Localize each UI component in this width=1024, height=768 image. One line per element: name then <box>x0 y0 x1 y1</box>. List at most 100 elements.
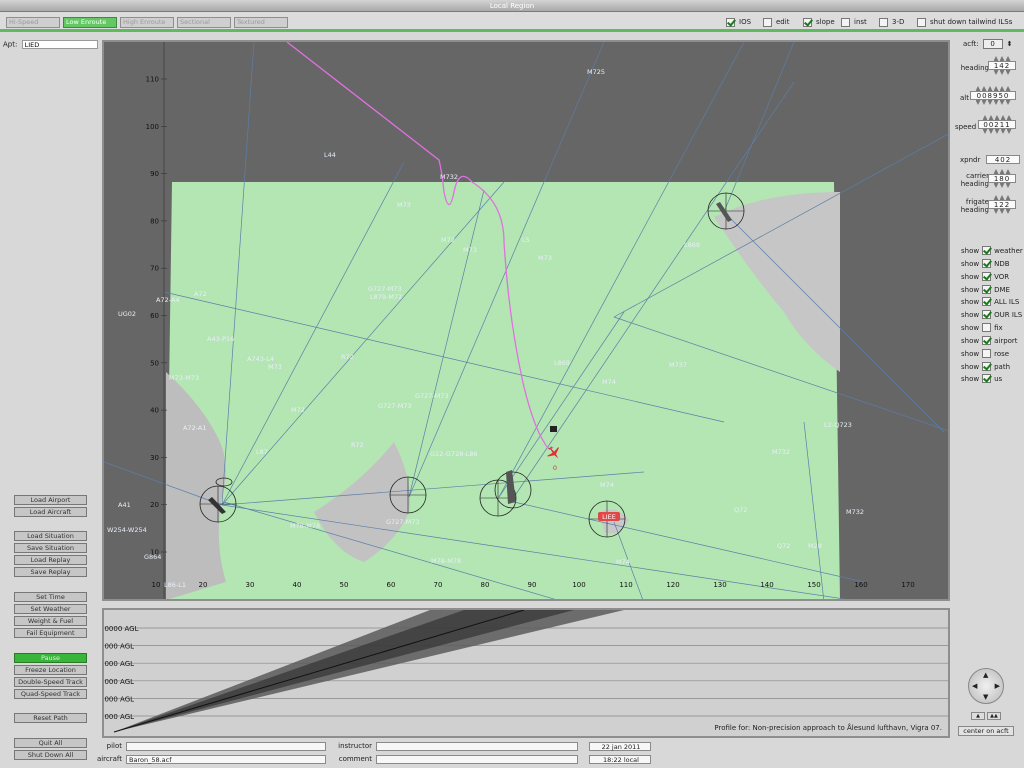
show-all-ils-check[interactable] <box>982 297 992 306</box>
pan-up-icon[interactable]: ▲ <box>983 671 988 679</box>
show-path-check[interactable] <box>982 362 992 371</box>
speed-stepper[interactable]: 00211 <box>978 115 1016 134</box>
heading-down-arrows[interactable] <box>993 70 1011 75</box>
show-rose-check[interactable] <box>982 349 992 358</box>
tab-low-enroute[interactable]: Low Enroute <box>63 17 117 28</box>
speed-value[interactable]: 00211 <box>978 120 1016 129</box>
show-us-check[interactable] <box>982 374 992 383</box>
zoom-out-button[interactable]: ▲▲ <box>987 712 1001 720</box>
slope-check[interactable] <box>803 17 812 27</box>
airway-label: R72 <box>341 353 354 361</box>
show-dme-check[interactable] <box>982 285 992 294</box>
center-on-acft-button[interactable]: center on acft <box>958 726 1014 736</box>
show-our-ils-row[interactable]: show OUR ILS <box>961 310 1022 319</box>
frigate-down-arrows[interactable] <box>993 209 1011 214</box>
slope-checkbox[interactable]: slope <box>803 16 835 28</box>
weight-fuel-button[interactable]: Weight & Fuel <box>14 616 87 626</box>
heading-up-arrows[interactable] <box>993 56 1011 61</box>
shutdown-tailwind-checkbox[interactable]: shut down tailwind ILSs <box>917 16 1012 28</box>
show-ndb-check[interactable] <box>982 259 992 268</box>
3d-checkbox[interactable]: 3-D <box>879 16 904 28</box>
show-weather-check[interactable] <box>982 246 992 255</box>
set-time-button[interactable]: Set Time <box>14 592 87 602</box>
show-us-row[interactable]: show us <box>961 374 1002 383</box>
acft-label: acft: <box>963 40 979 48</box>
instructor-field[interactable] <box>376 742 578 751</box>
pan-control[interactable]: ▲ ▼ ◀ ▶ <box>968 668 1004 704</box>
enroute-map[interactable]: 110 100 90 80 70 60 50 40 30 20 10 10 20 30 40 50 60 70 8… <box>102 40 950 601</box>
show-all-ils-row[interactable]: show ALL ILS <box>961 297 1019 306</box>
edit-check[interactable] <box>763 17 772 27</box>
speed-up-arrows[interactable] <box>982 115 1012 120</box>
carrier-down-arrows[interactable] <box>993 183 1011 188</box>
tab-textured[interactable]: Textured <box>234 17 288 28</box>
set-weather-button[interactable]: Set Weather <box>14 604 87 614</box>
show-vor-check[interactable] <box>982 272 992 281</box>
alt-down-arrows[interactable] <box>975 100 1011 105</box>
ios-checkbox[interactable]: IOS <box>726 16 751 28</box>
show-vor-row[interactable]: show VOR <box>961 272 1009 281</box>
show-dme-row[interactable]: show DME <box>961 285 1010 294</box>
show-airport-row[interactable]: show airport <box>961 336 1018 345</box>
shutdown-tailwind-check[interactable] <box>917 17 926 27</box>
inst-checkbox[interactable]: inst <box>841 16 867 28</box>
3d-check[interactable] <box>879 17 888 27</box>
freeze-location-button[interactable]: Freeze Location <box>14 665 87 675</box>
frigate-heading-stepper[interactable]: 122 <box>988 195 1016 214</box>
heading-stepper[interactable]: 142 <box>988 56 1016 75</box>
comment-field[interactable] <box>376 755 578 764</box>
show-path-row[interactable]: show path <box>961 362 1010 371</box>
pan-right-icon[interactable]: ▶ <box>995 682 1000 690</box>
load-replay-button[interactable]: Load Replay <box>14 555 87 565</box>
fail-equipment-button[interactable]: Fail Equipment <box>14 628 87 638</box>
date-field[interactable]: 22 jan 2011 <box>589 742 651 751</box>
pan-down-icon[interactable]: ▼ <box>983 693 988 701</box>
pause-button[interactable]: Pause <box>14 653 87 663</box>
load-situation-button[interactable]: Load Situation <box>14 531 87 541</box>
aircraft-field[interactable]: Baron_58.acf <box>126 755 326 764</box>
tab-hi-speed[interactable]: Hi-Speed <box>6 17 60 28</box>
y-tick-label: 20 <box>150 501 159 509</box>
load-aircraft-button[interactable]: Load Aircraft <box>14 507 87 517</box>
save-replay-button[interactable]: Save Replay <box>14 567 87 577</box>
save-situation-button[interactable]: Save Situation <box>14 543 87 553</box>
show-rose-row[interactable]: show rose <box>961 349 1009 358</box>
alt-value[interactable]: 008950 <box>970 91 1016 100</box>
quit-all-button[interactable]: Quit All <box>14 738 87 748</box>
show-fix-row[interactable]: show fix <box>961 323 1003 332</box>
xpndr-value[interactable]: 402 <box>986 155 1020 164</box>
show-our-ils-check[interactable] <box>982 310 992 319</box>
pilot-field[interactable] <box>126 742 326 751</box>
show-fix-check[interactable] <box>982 323 992 332</box>
inst-check[interactable] <box>841 17 850 27</box>
edit-checkbox[interactable]: edit <box>763 16 789 28</box>
zoom-in-button[interactable]: ▲ <box>971 712 985 720</box>
acft-dropdown[interactable]: 0 <box>982 39 1003 49</box>
airport-input[interactable] <box>21 40 98 49</box>
double-speed-track-button[interactable]: Double-Speed Track <box>14 677 87 687</box>
heading-value[interactable]: 142 <box>988 61 1016 70</box>
frigate-up-arrows[interactable] <box>993 195 1011 200</box>
shut-down-all-button[interactable]: Shut Down All <box>14 750 87 760</box>
load-airport-button[interactable]: Load Airport <box>14 495 87 505</box>
show-weather-row[interactable]: show weather <box>961 246 1023 255</box>
acft-stepper-icon[interactable]: ⬍ <box>1007 40 1013 48</box>
show-airport-check[interactable] <box>982 336 992 345</box>
speed-down-arrows[interactable] <box>982 129 1012 134</box>
map-canvas[interactable]: 110100908070605040302010 10 20 30 40 50 60 70 8… <box>104 42 950 601</box>
quad-speed-track-button[interactable]: Quad-Speed Track <box>14 689 87 699</box>
x-tick-label: 100 <box>572 581 585 589</box>
tab-high-enroute[interactable]: High Enroute <box>120 17 174 28</box>
ios-check[interactable] <box>726 17 735 27</box>
frigate-heading-value[interactable]: 122 <box>988 200 1016 209</box>
carrier-up-arrows[interactable] <box>993 169 1011 174</box>
pan-left-icon[interactable]: ◀ <box>972 682 977 690</box>
time-field[interactable]: 18:22 local <box>589 755 651 764</box>
airport-selector: Apt: <box>3 40 98 49</box>
tab-sectional[interactable]: Sectional <box>177 17 231 28</box>
carrier-heading-value[interactable]: 180 <box>988 174 1016 183</box>
show-ndb-row[interactable]: show NDB <box>961 259 1010 268</box>
reset-path-button[interactable]: Reset Path <box>14 713 87 723</box>
alt-stepper[interactable]: 008950 <box>970 86 1016 105</box>
carrier-heading-stepper[interactable]: 180 <box>988 169 1016 188</box>
